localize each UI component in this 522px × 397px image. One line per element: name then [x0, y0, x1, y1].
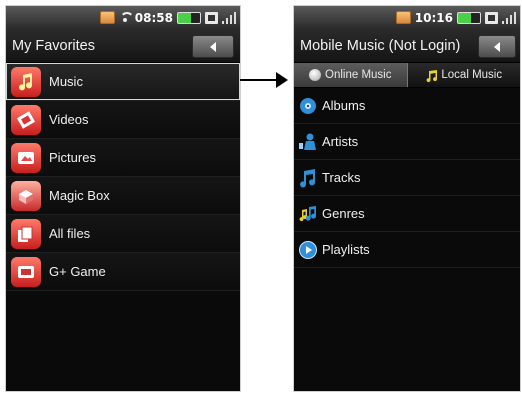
notification-icon	[395, 11, 411, 24]
genres-icon	[298, 204, 318, 224]
favorites-list: Music Videos Pictures Magic Box All file…	[6, 63, 240, 291]
list-item-label: Music	[49, 74, 83, 89]
list-item-tracks[interactable]: Tracks	[294, 160, 520, 196]
tab-online-music[interactable]: Online Music	[294, 63, 407, 87]
list-item-label: Tracks	[322, 170, 361, 185]
list-item-playlists[interactable]: Playlists	[294, 232, 520, 268]
transition-arrow-line	[240, 79, 278, 81]
back-button[interactable]	[478, 35, 516, 58]
signal-icon	[502, 11, 516, 24]
artist-icon	[298, 132, 318, 152]
list-item-genres[interactable]: Genres	[294, 196, 520, 232]
tab-label: Local Music	[441, 69, 503, 81]
list-item-label: Playlists	[322, 242, 370, 257]
globe-icon	[309, 69, 322, 81]
list-item-label: Albums	[322, 98, 366, 113]
status-time: 08:58	[134, 10, 173, 25]
status-bar: 10:16	[294, 6, 520, 29]
sim-icon	[485, 11, 498, 24]
music-note-icon	[11, 66, 41, 97]
list-item-label: G+ Game	[49, 264, 106, 279]
page-title: Mobile Music (Not Login)	[300, 37, 461, 54]
tab-local-music[interactable]: Local Music	[406, 63, 520, 87]
files-icon	[11, 218, 41, 249]
list-item-all-files[interactable]: All files	[6, 215, 240, 253]
list-item-videos[interactable]: Videos	[6, 101, 240, 139]
music-tabs: Online Music Local Music	[294, 63, 520, 88]
playlist-icon	[298, 240, 318, 260]
list-item-label: Pictures	[49, 150, 96, 165]
phone-screen-mobile-music: 10:16 Mobile Music (Not Login) Online Mu…	[294, 6, 520, 391]
list-item-label: All files	[49, 226, 91, 241]
sim-icon	[205, 11, 218, 24]
back-arrow-icon	[210, 41, 216, 52]
list-item-label: Videos	[49, 112, 89, 127]
magic-box-icon	[11, 180, 41, 211]
title-bar: My Favorites	[6, 29, 240, 63]
title-bar: Mobile Music (Not Login)	[294, 29, 520, 63]
music-category-list: Albums Artists Tracks Genres Playlists	[294, 88, 520, 268]
list-item-albums[interactable]: Albums	[294, 88, 520, 124]
tab-label: Online Music	[325, 69, 392, 81]
phone-screen-favorites: 08:58 My Favorites Music Videos Pictures	[6, 6, 240, 391]
back-button[interactable]	[192, 35, 234, 58]
back-arrow-icon	[494, 41, 500, 52]
page-title: My Favorites	[12, 37, 95, 54]
wifi-icon	[119, 11, 134, 24]
battery-icon	[457, 11, 481, 24]
list-item-magic-box[interactable]: Magic Box	[6, 177, 240, 215]
list-item-artists[interactable]: Artists	[294, 124, 520, 160]
list-item-g-plus-game[interactable]: G+ Game	[6, 253, 240, 291]
list-item-label: Magic Box	[49, 188, 110, 203]
film-icon	[11, 104, 41, 135]
list-item-music[interactable]: Music	[6, 63, 240, 101]
signal-icon	[222, 11, 236, 24]
game-icon	[11, 256, 41, 287]
music-note-icon	[425, 69, 438, 83]
list-item-label: Artists	[322, 134, 359, 149]
status-time: 10:16	[414, 10, 453, 25]
albums-icon	[298, 96, 318, 116]
transition-arrow-icon	[276, 72, 288, 88]
list-item-pictures[interactable]: Pictures	[6, 139, 240, 177]
status-bar: 08:58	[6, 6, 240, 29]
list-item-label: Genres	[322, 206, 365, 221]
notification-icon	[99, 11, 115, 24]
pictures-icon	[11, 142, 41, 173]
tracks-icon	[298, 168, 318, 188]
battery-icon	[177, 11, 201, 24]
